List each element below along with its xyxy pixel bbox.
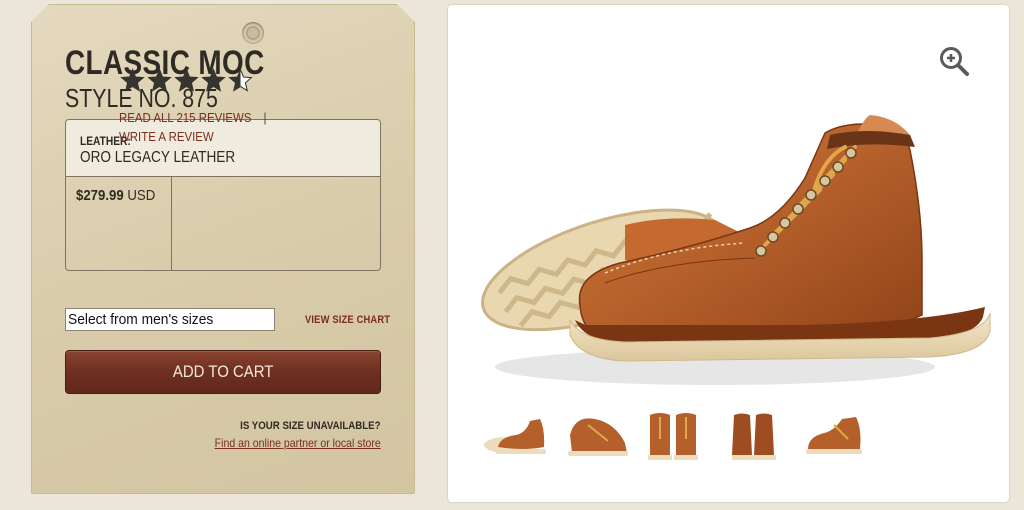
size-unavailable-question: IS YOUR SIZE UNAVAILABLE? <box>240 420 381 432</box>
size-select-value: Select from men's sizes <box>68 311 214 328</box>
price: $279.99 USD <box>76 187 155 204</box>
main-product-image[interactable] <box>465 105 995 400</box>
size-chart-link[interactable]: VIEW SIZE CHART <box>305 314 390 326</box>
star-icon <box>228 68 253 93</box>
thumbnail[interactable] <box>638 405 718 467</box>
thumbnail[interactable] <box>478 405 558 467</box>
thumbnail[interactable] <box>718 405 798 467</box>
tag-eyelet <box>242 22 264 44</box>
size-select[interactable]: Select from men's sizes <box>65 308 275 331</box>
add-to-cart-button[interactable]: ADD TO CART <box>65 350 381 394</box>
price-currency: USD <box>127 187 156 204</box>
review-links: READ ALL 215 REVIEWS | WRITE A REVIEW <box>119 108 266 146</box>
leather-value: ORO LEGACY LEATHER <box>80 149 236 166</box>
star-icon <box>201 68 226 93</box>
thumbnail[interactable] <box>798 405 878 467</box>
zoom-in-icon[interactable] <box>938 45 970 77</box>
star-icon <box>174 68 199 93</box>
link-separator: | <box>263 110 267 125</box>
read-reviews-link[interactable]: READ ALL 215 REVIEWS <box>119 110 251 125</box>
star-rating <box>120 68 253 93</box>
write-review-link[interactable]: WRITE A REVIEW <box>119 129 214 144</box>
thumbnail[interactable] <box>558 405 638 467</box>
add-to-cart-label: ADD TO CART <box>172 362 274 381</box>
thumbnail-strip <box>478 405 878 467</box>
star-icon <box>120 68 145 93</box>
price-amount: $279.99 <box>76 187 124 204</box>
find-store-link[interactable]: Find an online partner or local store <box>215 436 381 450</box>
star-icon <box>147 68 172 93</box>
price-cell: $279.99 USD <box>66 177 172 270</box>
